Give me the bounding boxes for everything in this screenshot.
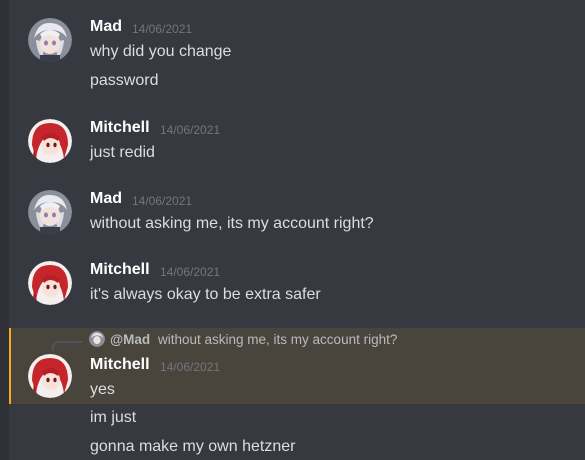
message-author[interactable]: Mitchell [90,261,150,279]
message-text: it's always okay to be extra safer [90,286,321,303]
message-text: gonna make my own hetzner [90,438,296,455]
mitchell-avatar[interactable] [28,119,72,163]
mitchell-avatar[interactable] [28,261,72,305]
chat-message-list: Mad 14/06/2021 why did you change passwo… [0,0,585,460]
reply-connector [52,341,82,351]
message-text: yes [90,381,115,398]
mad-avatar[interactable] [28,18,72,62]
channel-divider [0,0,9,460]
message-author[interactable]: Mad [90,190,122,208]
message-author[interactable]: Mad [90,18,122,36]
message-timestamp: 14/06/2021 [160,265,221,279]
message-text: why did you change [90,43,232,60]
reply-mention[interactable]: @Mad [110,332,150,347]
message-text: just redid [90,144,155,161]
message-timestamp: 14/06/2021 [160,123,221,137]
message-text: im just [90,409,137,426]
message-text: password [90,72,159,89]
reply-preview-text[interactable]: without asking me, its my account right? [158,332,397,347]
message-timestamp: 14/06/2021 [132,194,193,208]
message-timestamp: 14/06/2021 [132,22,193,36]
message-text: without asking me, its my account right? [90,215,374,232]
mad-avatar[interactable] [28,190,72,234]
message-timestamp: 14/06/2021 [160,360,221,374]
message-author[interactable]: Mitchell [90,356,150,374]
mitchell-avatar[interactable] [28,354,72,398]
message-author[interactable]: Mitchell [90,119,150,137]
reply-avatar[interactable] [89,331,105,347]
